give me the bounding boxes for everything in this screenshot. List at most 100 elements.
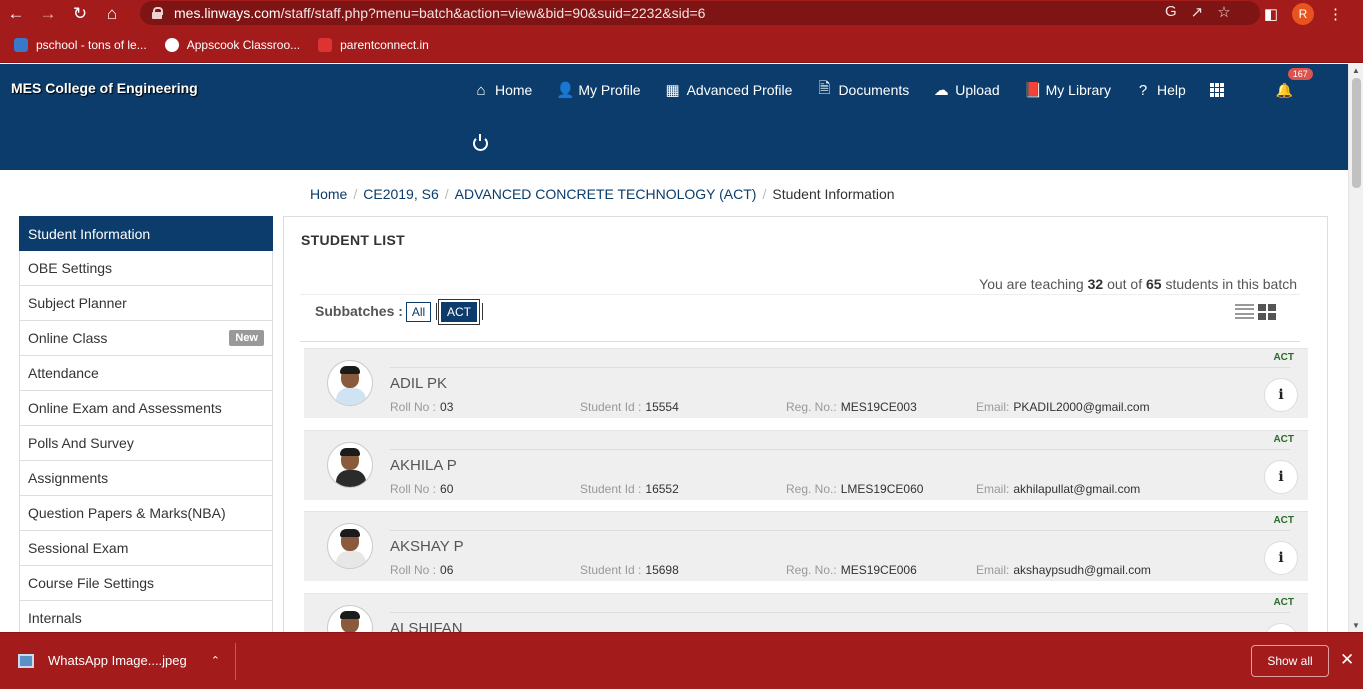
sidebar-item-assignments[interactable]: Assignments — [19, 461, 273, 496]
apps-grid-button[interactable] — [1209, 80, 1252, 100]
divider — [390, 530, 1290, 531]
profile-avatar[interactable]: R — [1292, 2, 1314, 25]
info-icon: i — [1278, 550, 1284, 566]
divider — [436, 303, 437, 320]
scroll-down-icon[interactable]: ▼ — [1352, 621, 1360, 630]
sidebar-item-sessional-exam[interactable]: Sessional Exam — [19, 531, 273, 566]
grid-view-icon[interactable] — [1258, 304, 1276, 320]
url-path: /staff/staff.php?menu=batch&action=view&… — [280, 5, 706, 21]
register-number: Reg. No.: MES19CE006 — [786, 563, 917, 577]
sidebar-item-attendance[interactable]: Attendance — [19, 356, 273, 391]
teaching-count: 32 — [1087, 276, 1104, 292]
roll-number: Roll No :03 — [390, 400, 454, 414]
student-email: Email: akhilapullat@gmail.com — [976, 482, 1141, 496]
bookmark-star-icon[interactable]: ☆ — [1217, 3, 1230, 21]
bookmark-appscook[interactable]: Appscook Classroo... — [164, 37, 300, 52]
sidebar-item-polls-survey[interactable]: Polls And Survey — [19, 426, 273, 461]
home-page-icon[interactable]: ⌂ — [96, 0, 128, 27]
student-name[interactable]: ADIL PK — [390, 375, 447, 392]
google-icon[interactable]: G — [1165, 3, 1177, 21]
nav-home[interactable]: ⌂ Home — [473, 80, 532, 100]
student-card[interactable]: ACT AKHILA P Roll No :60 Student Id :16552 R… — [304, 430, 1308, 500]
reload-icon[interactable]: ↻ — [64, 0, 96, 27]
nav-documents[interactable]: 🗎 Documents — [816, 80, 909, 100]
close-icon[interactable]: ✕ — [1340, 650, 1354, 670]
subbatch-tag: ACT — [1273, 352, 1294, 363]
address-bar[interactable]: mes.linways.com/staff/staff.php?menu=bat… — [140, 1, 1260, 25]
download-filename: WhatsApp Image....jpeg — [48, 653, 187, 668]
user-icon: 👤 — [556, 82, 576, 99]
brand-title[interactable]: MES College of Engineering — [11, 80, 198, 96]
forward-icon[interactable]: → — [32, 0, 64, 27]
bookmarks-bar: pschool - tons of le... Appscook Classro… — [0, 27, 1363, 63]
subbatch-tag: ACT — [1273, 515, 1294, 526]
bookmark-parentconnect[interactable]: parentconnect.in — [318, 37, 429, 52]
teaching-total: 65 — [1146, 276, 1162, 292]
subbatch-all-button[interactable]: All — [406, 302, 431, 322]
side-panel-icon[interactable]: ◧ — [1264, 5, 1278, 23]
scrollbar-thumb[interactable] — [1352, 78, 1361, 188]
page-scrollbar[interactable]: ▲ ▼ — [1348, 64, 1363, 632]
sidebar-item-student-information[interactable]: Student Information — [19, 216, 273, 251]
sidebar-item-online-class[interactable]: Online Class New — [19, 321, 273, 356]
sidebar-item-online-exam[interactable]: Online Exam and Assessments — [19, 391, 273, 426]
info-button[interactable]: i — [1264, 541, 1298, 575]
subbatches-label: Subbatches : — [315, 303, 403, 319]
subbatch-tag: ACT — [1273, 597, 1294, 608]
scroll-up-icon[interactable]: ▲ — [1352, 66, 1360, 75]
student-email: Email: PKADIL2000@gmail.com — [976, 400, 1150, 414]
sidebar-item-course-file-settings[interactable]: Course File Settings — [19, 566, 273, 601]
notifications-button[interactable]: 🔔 167 — [1275, 68, 1313, 100]
download-item[interactable]: WhatsApp Image....jpeg ⌃ — [18, 653, 220, 668]
bookmark-pschool[interactable]: pschool - tons of le... — [14, 37, 147, 52]
app-header: MES College of Engineering ⌂ Home 👤 My Pro… — [0, 64, 1348, 170]
cloud-upload-icon: ☁ — [933, 82, 949, 99]
sidebar-item-subject-planner[interactable]: Subject Planner — [19, 286, 273, 321]
subbatch-filter: Subbatches : All ACT — [300, 294, 1300, 342]
student-cards: ACT ADIL PK Roll No :03 Student Id :15554 Re… — [304, 348, 1308, 633]
divider — [390, 449, 1290, 450]
bell-icon: 🔔 — [1275, 81, 1294, 98]
info-icon: i — [1278, 469, 1284, 485]
student-id: Student Id :15698 — [580, 563, 679, 577]
show-all-button[interactable]: Show all — [1251, 645, 1329, 677]
nav-upload[interactable]: ☁ Upload — [933, 80, 1000, 100]
panel-title: STUDENT LIST — [301, 232, 405, 248]
list-view-icon[interactable] — [1235, 304, 1254, 319]
divider — [482, 303, 483, 320]
sidebar-item-obe-settings[interactable]: OBE Settings — [19, 251, 273, 286]
divider — [390, 612, 1290, 613]
student-name[interactable]: AKSHAY P — [390, 538, 464, 555]
nav-help[interactable]: ? Help — [1135, 80, 1186, 100]
breadcrumb-subject[interactable]: ADVANCED CONCRETE TECHNOLOGY (ACT) — [455, 186, 757, 202]
angular-icon — [318, 37, 333, 52]
nav-advanced-profile[interactable]: ▦ Advanced Profile — [665, 80, 793, 100]
menu-kebab-icon[interactable]: ⋮ — [1328, 5, 1343, 23]
nav-my-profile[interactable]: 👤 My Profile — [556, 80, 640, 100]
student-photo — [327, 605, 373, 633]
sidebar-item-internals[interactable]: Internals — [19, 601, 273, 636]
shield-icon — [14, 37, 28, 52]
register-number: Reg. No.: MES19CE003 — [786, 400, 917, 414]
sidebar-item-question-papers[interactable]: Question Papers & Marks(NBA) — [19, 496, 273, 531]
info-button[interactable]: i — [1264, 378, 1298, 412]
student-card[interactable]: ACT ADIL PK Roll No :03 Student Id :15554 Re… — [304, 348, 1308, 418]
teaching-summary: You are teaching 32 out of 65 students i… — [979, 276, 1297, 292]
student-name[interactable]: AKHILA P — [390, 457, 457, 474]
download-bar: WhatsApp Image....jpeg ⌃ Show all ✕ — [0, 632, 1363, 689]
chevron-up-icon[interactable]: ⌃ — [211, 654, 220, 667]
back-icon[interactable]: ← — [0, 0, 32, 27]
subbatch-act-button[interactable]: ACT — [441, 302, 477, 322]
breadcrumb-batch[interactable]: CE2019, S6 — [363, 186, 439, 202]
student-card[interactable]: ACTALSHIFANi — [304, 593, 1308, 633]
globe-icon — [164, 37, 179, 52]
student-card[interactable]: ACT AKSHAY P Roll No :06 Student Id :15698 R… — [304, 511, 1308, 581]
share-icon[interactable]: ↗ — [1191, 3, 1204, 21]
list-icon: ▦ — [665, 82, 680, 99]
breadcrumb-home[interactable]: Home — [310, 186, 347, 202]
power-icon[interactable] — [473, 134, 488, 151]
url-host: mes.linways.com — [174, 5, 281, 21]
nav-my-library[interactable]: 📕 My Library — [1024, 80, 1111, 100]
breadcrumb-current: Student Information — [772, 186, 895, 202]
info-button[interactable]: i — [1264, 460, 1298, 494]
